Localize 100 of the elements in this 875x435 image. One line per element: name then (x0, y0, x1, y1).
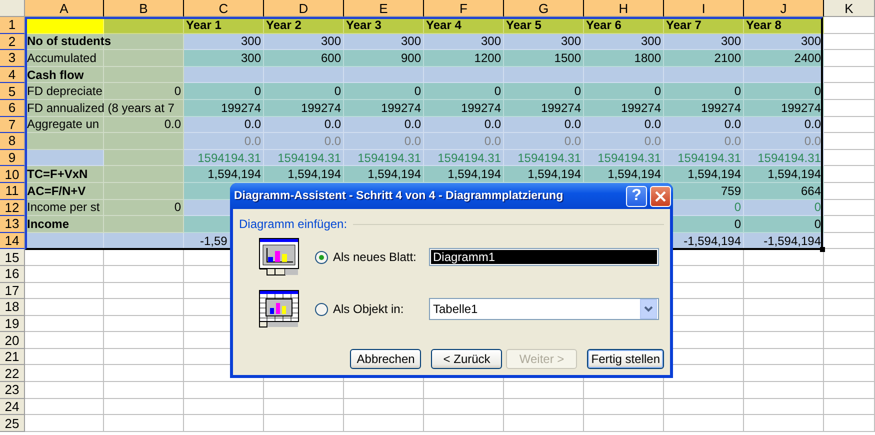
table-cell (824, 348, 875, 366)
row-header[interactable]: 10 (0, 166, 25, 183)
row-header[interactable]: 15 (0, 249, 25, 266)
row-header[interactable]: 16 (0, 266, 25, 282)
table-cell: 1,594,194 (344, 166, 424, 183)
row-header[interactable]: 19 (0, 316, 25, 332)
row-header[interactable]: 4 (0, 66, 25, 84)
row-header[interactable]: 12 (0, 200, 25, 216)
row-header[interactable]: 13 (0, 216, 25, 233)
table-cell: 199274 (744, 100, 824, 117)
row-header[interactable]: 3 (0, 50, 25, 67)
embedded-chart-icon (259, 290, 299, 328)
table-cell (824, 116, 875, 134)
dialog-button[interactable]: Fertig stellen (587, 349, 664, 369)
close-icon (654, 190, 667, 202)
table-cell: 0 (664, 83, 744, 100)
row-header[interactable]: 22 (0, 365, 25, 382)
table-cell: 300 (584, 34, 664, 50)
table-cell (824, 17, 875, 34)
column-header[interactable]: I (664, 0, 744, 17)
table-cell: 300 (184, 34, 264, 50)
row-header[interactable]: 17 (0, 282, 25, 300)
column-header[interactable]: A (25, 0, 104, 17)
column-header[interactable]: G (504, 0, 584, 17)
table-cell: 0.0 (184, 133, 264, 150)
table-cell: 1,594,194 (584, 166, 664, 183)
table-cell: 1,594,194 (184, 166, 264, 183)
column-header[interactable]: C (184, 0, 264, 17)
row-header[interactable]: 14 (0, 232, 25, 250)
row-header[interactable]: 18 (0, 299, 25, 316)
row-header[interactable]: 11 (0, 182, 25, 200)
option-label[interactable]: Als Objekt in: (333, 302, 425, 316)
column-header[interactable]: J (744, 0, 824, 17)
row-header[interactable]: 25 (0, 415, 25, 432)
table-cell: 1,594,194 (744, 166, 824, 183)
group-label: Diagramm einfügen: (239, 217, 348, 231)
radio-button[interactable] (315, 250, 328, 264)
row-header[interactable]: 23 (0, 382, 25, 399)
table-cell: 199274 (424, 100, 504, 117)
table-cell: 0.0 (424, 116, 504, 134)
table-cell: 664 (744, 182, 824, 200)
row-header[interactable]: 6 (0, 100, 25, 117)
cell-text: Income (27, 216, 70, 231)
table-cell: 199274 (584, 100, 664, 117)
row-header[interactable]: 1 (0, 17, 25, 34)
table-cell: 199274 (344, 100, 424, 117)
table-cell (824, 365, 875, 382)
table-cell: 1594194.31 (424, 150, 504, 166)
row-header[interactable]: 21 (0, 348, 25, 366)
table-cell: 0 (744, 216, 824, 233)
table-cell: 0.0 (264, 116, 344, 134)
row-header[interactable]: 20 (0, 332, 25, 349)
table-cell: 0 (584, 83, 664, 100)
row-header[interactable]: 9 (0, 150, 25, 166)
column-header[interactable]: D (264, 0, 344, 17)
dialog-button[interactable]: < Zurück (431, 349, 502, 369)
table-cell (824, 66, 875, 84)
table-cell: 0 (184, 83, 264, 100)
row-header[interactable]: 7 (0, 116, 25, 134)
table-cell (824, 316, 875, 332)
table-cell: 0 (104, 83, 184, 100)
table-cell: 1594194.31 (344, 150, 424, 166)
column-header[interactable]: E (344, 0, 424, 17)
table-cell: 0.0 (584, 133, 664, 150)
table-cell: 0.0 (744, 133, 824, 150)
column-header[interactable]: K (824, 0, 875, 17)
help-button[interactable]: ? (626, 186, 647, 206)
row-header[interactable]: 24 (0, 398, 25, 416)
table-cell: 1,594,194 (504, 166, 584, 183)
dropdown-field[interactable]: Tabelle1 (429, 298, 659, 320)
row-header[interactable]: 8 (0, 133, 25, 150)
table-cell: 1,594,194 (264, 166, 344, 183)
input-field[interactable]: Diagramm1 (429, 248, 659, 266)
column-header[interactable]: F (424, 0, 504, 17)
column-header[interactable]: H (584, 0, 664, 17)
dialog-button[interactable]: Abbrechen (350, 349, 422, 369)
table-cell: 2400 (744, 50, 824, 67)
table-cell: 0.0 (504, 133, 584, 150)
table-cell: Aggregate un (25, 116, 104, 134)
option-label[interactable]: Als neues Blatt: (333, 250, 425, 264)
cell-text: No of students (27, 34, 111, 48)
table-cell (824, 415, 875, 432)
close-button[interactable] (650, 186, 671, 206)
column-header[interactable]: B (104, 0, 184, 17)
table-cell: 1500 (504, 50, 584, 67)
table-cell: 900 (344, 50, 424, 67)
table-cell: 2100 (664, 50, 744, 67)
table-cell: 300 (264, 34, 344, 50)
table-cell: FD depreciate (25, 83, 104, 100)
radio-button[interactable] (315, 302, 328, 316)
table-cell: 0.0 (664, 116, 744, 134)
table-cell: 0 (424, 83, 504, 100)
table-cell (824, 50, 875, 67)
table-cell: 0 (744, 200, 824, 216)
row-header[interactable]: 2 (0, 34, 25, 50)
fill-handle[interactable] (820, 247, 825, 252)
row-header[interactable]: 5 (0, 83, 25, 100)
table-cell (824, 282, 875, 300)
cell-text: FD annualized (8 years at 7 (27, 100, 174, 115)
table-cell: 0 (344, 83, 424, 100)
